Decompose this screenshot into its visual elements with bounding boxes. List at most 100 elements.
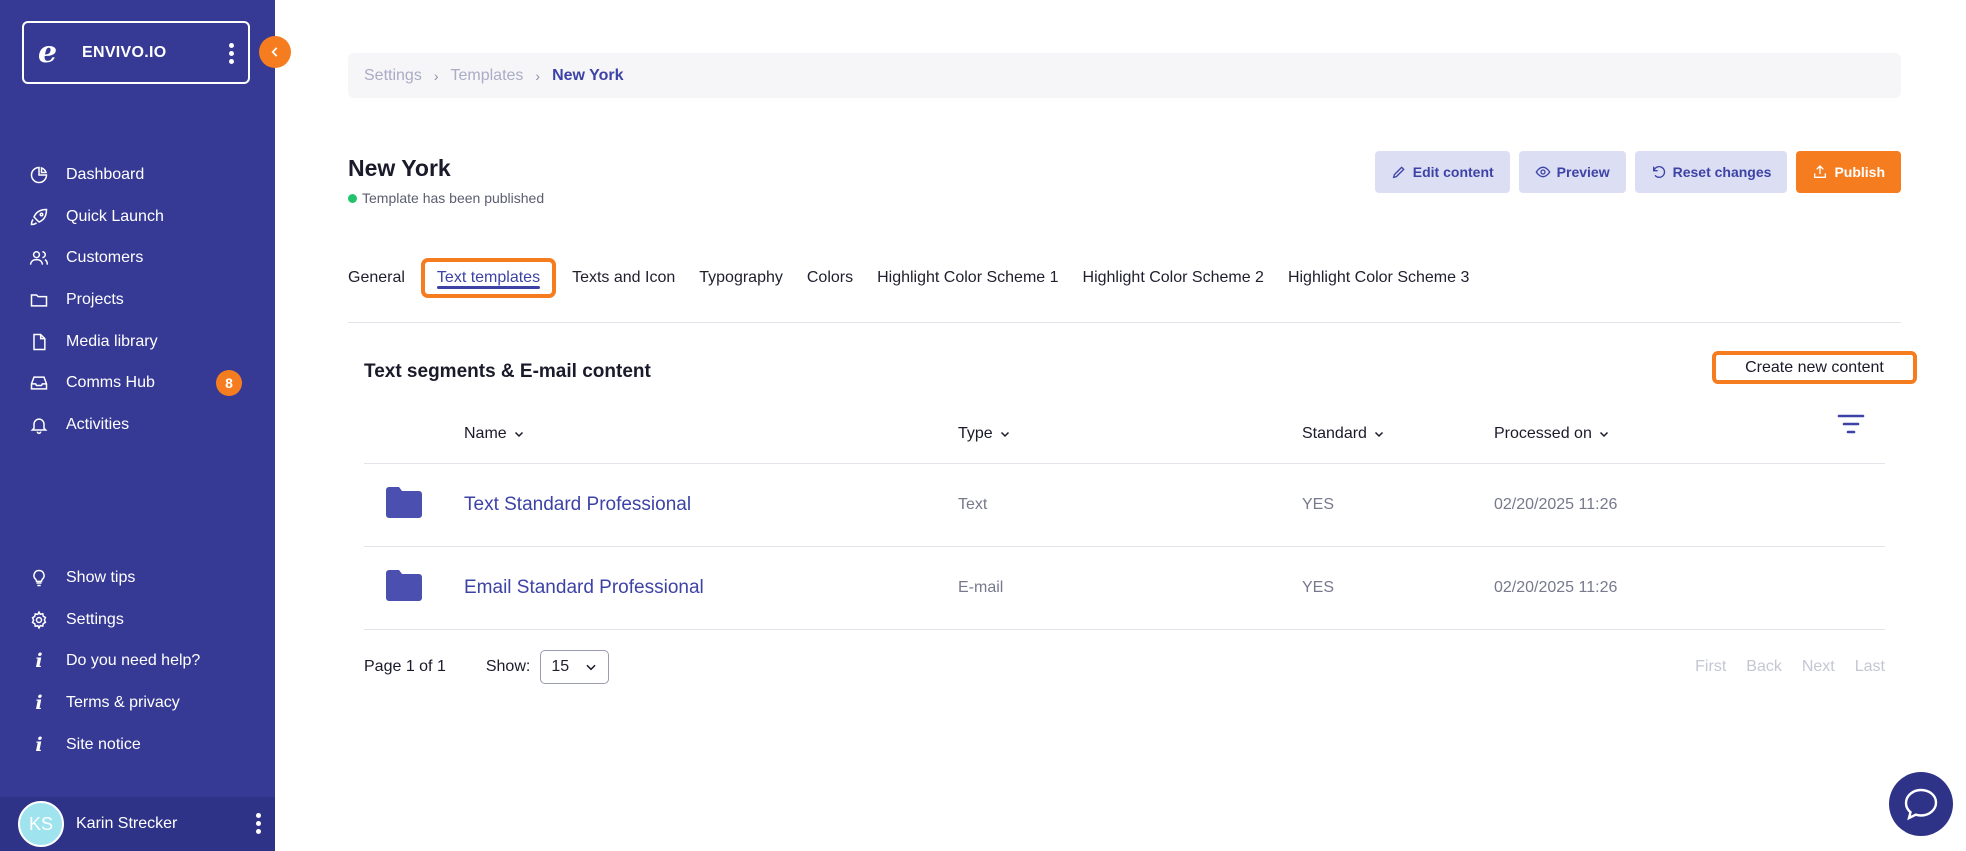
- table-row[interactable]: Email Standard Professional E-mail YES 0…: [364, 547, 1885, 630]
- user-name: Karin Strecker: [76, 815, 178, 832]
- brand-logo: e: [38, 35, 58, 70]
- row-processed-on: 02/20/2025 11:26: [1494, 579, 1618, 596]
- section-title: Text segments & E-mail content: [364, 361, 651, 382]
- edit-content-label: Edit content: [1412, 164, 1494, 180]
- tab-highlight-scheme-2[interactable]: Highlight Color Scheme 2: [1071, 258, 1276, 298]
- sidebar-item-projects[interactable]: Projects: [0, 279, 275, 321]
- show-label: Show:: [485, 658, 531, 675]
- status-text: Template has been published: [362, 190, 545, 206]
- rocket-icon: [28, 206, 50, 228]
- chat-button[interactable]: [1889, 772, 1953, 836]
- sidebar-item-media-library[interactable]: Media library: [0, 321, 275, 363]
- breadcrumb: Settings › Templates › New York: [348, 53, 1901, 98]
- reset-changes-label: Reset changes: [1672, 164, 1772, 180]
- create-new-content-button[interactable]: Create new content: [1712, 351, 1917, 384]
- last-page-link[interactable]: Last: [1855, 658, 1885, 676]
- column-header-type[interactable]: Type: [958, 425, 1011, 443]
- chevron-right-icon: ›: [535, 67, 541, 84]
- tab-highlight-scheme-3[interactable]: Highlight Color Scheme 3: [1276, 258, 1481, 298]
- eye-icon: [1535, 166, 1551, 178]
- user-menu-icon[interactable]: [256, 813, 261, 834]
- brand-menu-icon[interactable]: [229, 43, 234, 64]
- sidebar-item-activities[interactable]: Activities: [0, 404, 275, 446]
- column-header-processed-on[interactable]: Processed on: [1494, 425, 1610, 443]
- sidebar-item-terms-privacy[interactable]: i Terms & privacy: [0, 682, 275, 724]
- pager-links: First Back Next Last: [1695, 658, 1885, 676]
- sidebar-item-label: Projects: [66, 290, 124, 308]
- preview-button[interactable]: Preview: [1518, 151, 1626, 193]
- back-page-link[interactable]: Back: [1746, 658, 1782, 676]
- brand-switcher[interactable]: e ENVIVO.IO: [22, 21, 250, 84]
- sidebar-item-site-notice[interactable]: i Site notice: [0, 724, 275, 766]
- chevron-down-icon: [1374, 431, 1383, 437]
- publish-button[interactable]: Publish: [1796, 151, 1901, 193]
- lightbulb-icon: [28, 567, 50, 589]
- page-title: New York: [348, 155, 451, 181]
- gear-icon: [28, 609, 50, 631]
- chevron-left-icon: [271, 47, 278, 57]
- tab-bar: General Text templates Texts and Icon Ty…: [348, 258, 1481, 298]
- reset-changes-button[interactable]: Reset changes: [1634, 151, 1788, 193]
- tab-typography[interactable]: Typography: [687, 258, 795, 298]
- info-icon: i: [35, 733, 43, 756]
- sidebar-item-show-tips[interactable]: Show tips: [0, 557, 275, 599]
- sidebar-item-label: Quick Launch: [66, 207, 164, 225]
- divider: [348, 322, 1901, 323]
- column-header-standard[interactable]: Standard: [1302, 425, 1385, 443]
- next-page-link[interactable]: Next: [1802, 658, 1835, 676]
- sidebar-item-label: Site notice: [66, 735, 141, 753]
- row-name-link[interactable]: Text Standard Professional: [464, 494, 691, 516]
- info-icon: i: [35, 650, 43, 673]
- sidebar-item-quick-launch[interactable]: Quick Launch: [0, 196, 275, 238]
- sidebar-item-dashboard[interactable]: Dashboard: [0, 154, 275, 196]
- sidebar-item-label: Activities: [66, 415, 130, 433]
- row-standard: YES: [1302, 496, 1335, 513]
- tab-text-templates[interactable]: Text templates: [420, 258, 557, 298]
- table-row[interactable]: Text Standard Professional Text YES 02/2…: [364, 464, 1885, 547]
- brand-name: ENVIVO.IO: [82, 43, 167, 61]
- status-dot-icon: [348, 193, 357, 203]
- chevron-down-icon: [514, 431, 523, 437]
- tab-texts-and-icon[interactable]: Texts and Icon: [560, 258, 687, 298]
- row-type: E-mail: [958, 579, 1004, 596]
- row-name-link[interactable]: Email Standard Professional: [464, 577, 704, 599]
- chevron-down-icon: [586, 664, 596, 671]
- column-label: Standard: [1302, 424, 1367, 442]
- sidebar-item-comms-hub[interactable]: Comms Hub 8: [0, 362, 275, 404]
- content-table: Name Type Standard Processed on Text Sta…: [364, 404, 1885, 630]
- sidebar-item-settings[interactable]: Settings: [0, 599, 275, 641]
- sidebar-item-customers[interactable]: Customers: [0, 237, 275, 279]
- user-profile[interactable]: KS Karin Strecker: [0, 797, 275, 851]
- row-standard: YES: [1302, 579, 1335, 596]
- users-icon: [28, 247, 50, 269]
- breadcrumb-settings[interactable]: Settings: [364, 67, 422, 85]
- filter-icon[interactable]: [1837, 412, 1865, 441]
- sidebar-item-label: Comms Hub: [66, 374, 155, 392]
- collapse-sidebar-button[interactable]: [259, 36, 291, 68]
- tab-colors[interactable]: Colors: [795, 258, 865, 298]
- edit-content-button[interactable]: Edit content: [1374, 151, 1510, 193]
- column-label: Processed on: [1494, 424, 1592, 442]
- sidebar-item-label: Show tips: [66, 568, 136, 586]
- sidebar: e ENVIVO.IO Dashboard Quick Launch Custo…: [0, 0, 275, 851]
- page-size-value: 15: [551, 658, 570, 675]
- tab-highlight-scheme-1[interactable]: Highlight Color Scheme 1: [865, 258, 1070, 298]
- sidebar-item-label: Settings: [66, 610, 124, 628]
- avatar: KS: [18, 801, 64, 847]
- column-header-name[interactable]: Name: [464, 425, 525, 443]
- comms-hub-badge: 8: [216, 370, 242, 397]
- first-page-link[interactable]: First: [1695, 658, 1726, 676]
- chat-bubble-icon: [1904, 788, 1938, 821]
- page-info: Page 1 of 1: [364, 658, 446, 675]
- column-label: Type: [958, 424, 993, 442]
- chevron-down-icon: [1000, 431, 1009, 437]
- publish-label: Publish: [1834, 164, 1885, 180]
- page-size-select[interactable]: 15: [540, 650, 610, 684]
- sidebar-item-label: Media library: [66, 332, 158, 350]
- sidebar-item-help[interactable]: i Do you need help?: [0, 640, 275, 682]
- breadcrumb-templates[interactable]: Templates: [450, 67, 523, 85]
- column-label: Name: [464, 424, 507, 442]
- upload-icon: [1814, 165, 1827, 178]
- info-icon: i: [35, 691, 43, 714]
- tab-general[interactable]: General: [348, 258, 417, 298]
